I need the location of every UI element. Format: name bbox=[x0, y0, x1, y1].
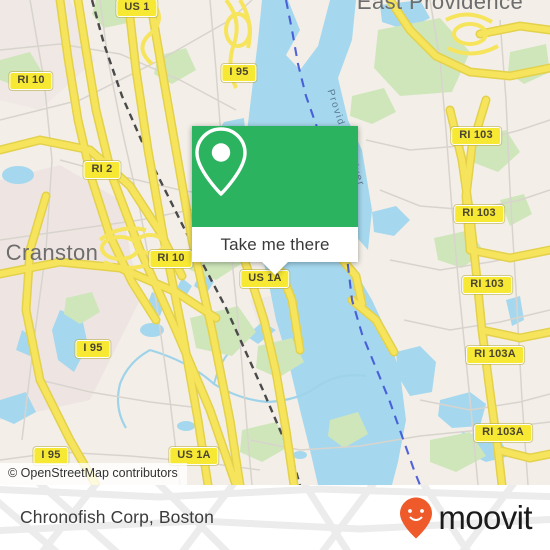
route-shield-ri-103[interactable]: RI 103 bbox=[451, 127, 501, 145]
page-footer: Chronofish Corp, Boston moovit bbox=[0, 485, 550, 550]
route-shield-i-95[interactable]: I 95 bbox=[75, 340, 111, 358]
route-shield-ri-103[interactable]: RI 103 bbox=[462, 276, 512, 294]
route-shield-us-1[interactable]: US 1 bbox=[116, 0, 158, 17]
moovit-map-screenshot: East Providence Cranston Providence Rive… bbox=[0, 0, 550, 550]
route-shield-ri-103a[interactable]: RI 103A bbox=[474, 424, 532, 442]
location-popup-card[interactable]: Take me there bbox=[192, 126, 358, 275]
route-shield-ri-103[interactable]: RI 103 bbox=[454, 205, 504, 223]
take-me-there-button[interactable]: Take me there bbox=[220, 235, 329, 255]
moovit-smiley-pin-icon bbox=[400, 497, 433, 538]
route-shield-i-95[interactable]: I 95 bbox=[221, 64, 257, 82]
moovit-brand[interactable]: moovit bbox=[398, 485, 533, 550]
route-shield-ri-10[interactable]: RI 10 bbox=[149, 250, 193, 268]
moovit-wordmark: moovit bbox=[438, 499, 532, 536]
route-shield-ri-2[interactable]: RI 2 bbox=[83, 161, 121, 179]
route-shield-ri-103a[interactable]: RI 103A bbox=[466, 346, 524, 364]
popup-header bbox=[192, 126, 358, 227]
map-canvas[interactable]: East Providence Cranston Providence Rive… bbox=[0, 0, 550, 485]
route-shield-ri-10[interactable]: RI 10 bbox=[9, 72, 53, 90]
location-pin-icon bbox=[195, 127, 247, 196]
popup-pointer-tail bbox=[262, 262, 288, 275]
location-title: Chronofish Corp, Boston bbox=[20, 507, 214, 527]
map-attribution[interactable]: © OpenStreetMap contributors bbox=[0, 463, 187, 485]
popup-footer[interactable]: Take me there bbox=[192, 227, 358, 262]
